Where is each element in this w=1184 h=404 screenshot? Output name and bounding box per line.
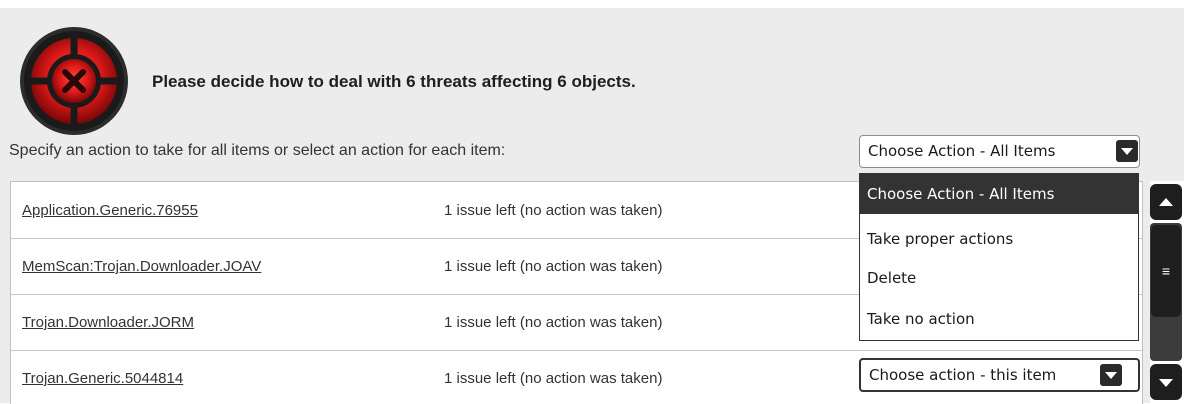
chevron-down-icon[interactable] [1116,140,1138,162]
chevron-down-icon[interactable] [1100,364,1122,386]
action-dropdown-list: Choose Action - All Items Take proper ac… [859,173,1139,341]
item-action-value: Choose action - this item [869,366,1057,384]
threat-list-scrollbar[interactable]: ≡ [1150,181,1184,403]
threat-status: 1 issue left (no action was taken) [444,258,663,275]
threat-headline: Please decide how to deal with 6 threats… [152,72,636,91]
threat-x-icon [20,27,128,135]
threat-status: 1 issue left (no action was taken) [444,314,663,331]
threat-status: 1 issue left (no action was taken) [444,202,663,219]
all-items-action-select[interactable]: Choose Action - All Items [859,135,1140,168]
scroll-up-arrow-icon[interactable] [1150,184,1182,220]
threat-name-link[interactable]: Trojan.Generic.5044814 [22,370,183,387]
all-items-action-value: Choose Action - All Items [868,142,1056,160]
dropdown-option-choose-action[interactable]: Choose Action - All Items [860,174,1138,214]
scrollbar-thumb[interactable]: ≡ [1151,225,1181,317]
threat-name-link[interactable]: MemScan:Trojan.Downloader.JOAV [22,258,261,275]
dropdown-option-delete[interactable]: Delete [860,258,1138,298]
dropdown-option-take-no-action[interactable]: Take no action [860,299,1138,339]
dropdown-option-take-proper-actions[interactable]: Take proper actions [860,219,1138,259]
scroll-down-arrow-icon[interactable] [1150,364,1182,400]
instruction-text: Specify an action to take for all items … [9,142,506,159]
item-action-select[interactable]: Choose action - this item [859,358,1140,392]
threat-name-link[interactable]: Trojan.Downloader.JORM [22,314,194,331]
threat-status: 1 issue left (no action was taken) [444,370,663,387]
threat-name-link[interactable]: Application.Generic.76955 [22,202,198,219]
